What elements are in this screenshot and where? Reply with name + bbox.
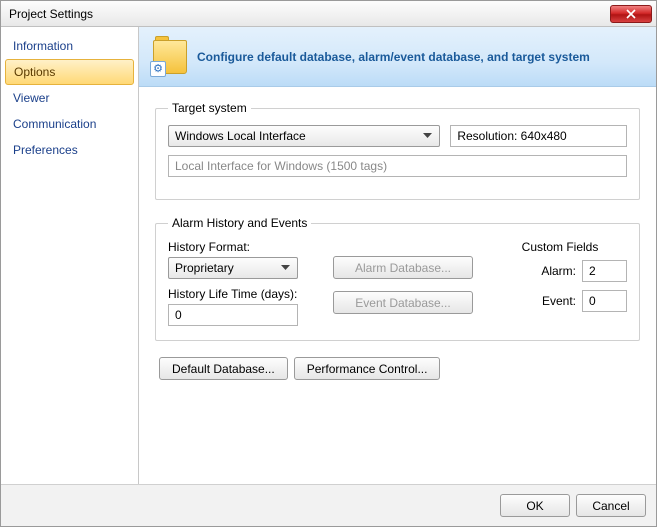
history-format-select[interactable]: Proprietary [168,257,298,279]
history-format-value: Proprietary [175,261,234,275]
sidebar-item-label: Communication [13,117,96,131]
chevron-down-icon [277,260,293,276]
event-count-label: Event: [530,294,576,308]
alarm-history-group: Alarm History and Events History Format:… [155,216,640,341]
main-panel: ⚙ Configure default database, alarm/even… [139,27,656,484]
title-bar: Project Settings [1,1,656,27]
history-life-input[interactable] [168,304,298,326]
header-text: Configure default database, alarm/event … [197,50,590,64]
sidebar-item-label: Information [13,39,73,53]
sidebar-item-preferences[interactable]: Preferences [1,137,138,163]
sidebar-item-label: Viewer [13,91,49,105]
sidebar: Information Options Viewer Communication… [1,27,139,484]
target-system-select[interactable]: Windows Local Interface [168,125,440,147]
custom-fields-title: Custom Fields [493,240,627,254]
sidebar-item-options[interactable]: Options [5,59,134,85]
alarm-count-label: Alarm: [530,264,576,278]
chevron-down-icon [419,128,435,144]
close-icon [626,9,636,19]
history-life-label: History Life Time (days): [168,287,313,301]
cancel-button[interactable]: Cancel [576,494,646,517]
event-count-input[interactable] [582,290,627,312]
main-header: ⚙ Configure default database, alarm/even… [139,27,656,87]
sidebar-item-information[interactable]: Information [1,33,138,59]
ok-button[interactable]: OK [500,494,570,517]
alarm-database-button: Alarm Database... [333,256,473,279]
target-description [168,155,627,177]
window-title: Project Settings [9,7,93,21]
alarm-history-legend: Alarm History and Events [168,216,311,230]
alarm-count-input[interactable] [582,260,627,282]
target-system-value: Windows Local Interface [175,129,306,143]
sidebar-item-label: Preferences [13,143,78,157]
folder-gear-icon: ⚙ [153,40,187,74]
history-format-label: History Format: [168,240,313,254]
sidebar-item-viewer[interactable]: Viewer [1,85,138,111]
resolution-field[interactable] [450,125,627,147]
performance-control-button[interactable]: Performance Control... [294,357,441,380]
default-database-button[interactable]: Default Database... [159,357,288,380]
event-database-button: Event Database... [333,291,473,314]
sidebar-item-communication[interactable]: Communication [1,111,138,137]
sidebar-item-label: Options [14,65,55,79]
dialog-footer: OK Cancel [1,484,656,526]
close-button[interactable] [610,5,652,23]
target-system-group: Target system Windows Local Interface [155,101,640,200]
target-system-legend: Target system [168,101,251,115]
